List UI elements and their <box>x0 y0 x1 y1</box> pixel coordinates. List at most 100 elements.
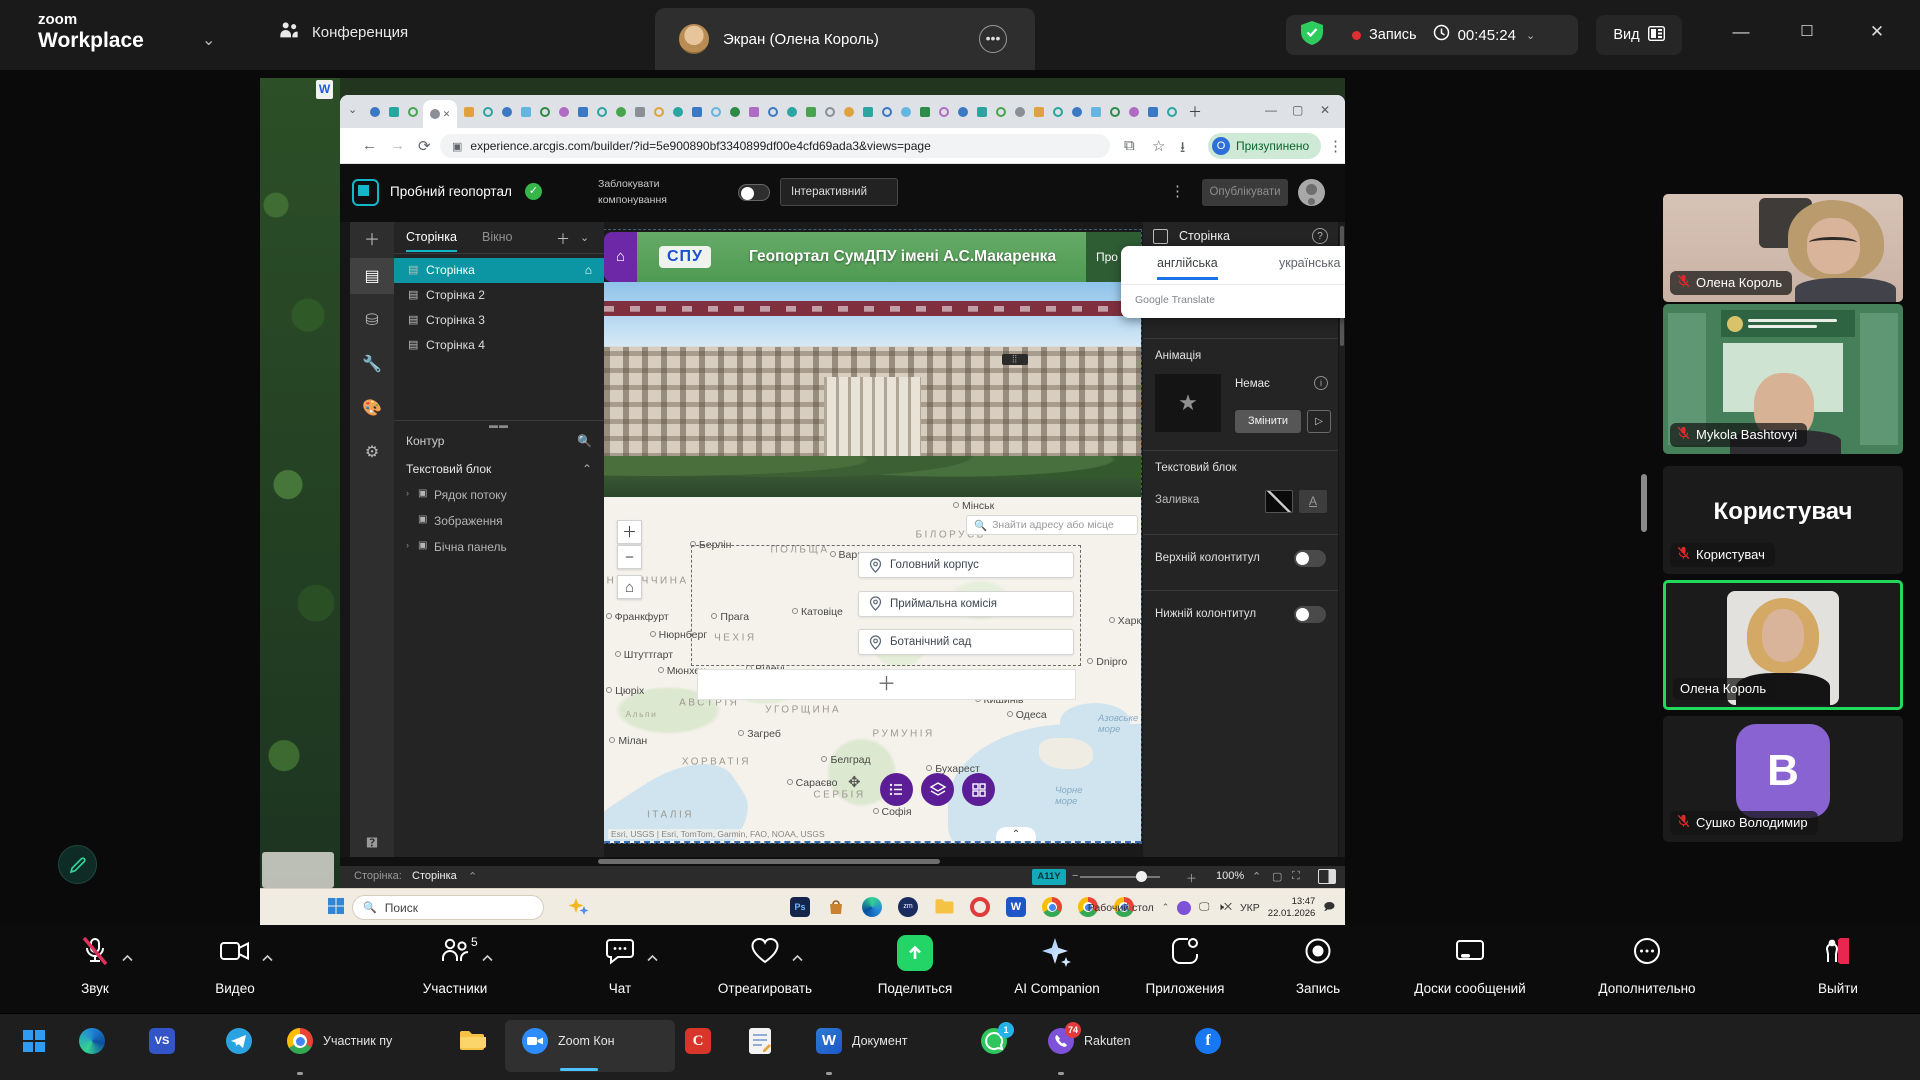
tray-chevron-icon[interactable]: ⌃ <box>1162 902 1170 913</box>
browser-tab[interactable] <box>536 102 554 122</box>
participant-tile[interactable]: КористувачКористувач <box>1663 466 1903 574</box>
toolbar-heart-button[interactable]: Отреагировать <box>700 931 830 1011</box>
browser-tab-active[interactable]: ✕ <box>423 100 457 128</box>
participant-tile[interactable]: BСушко Володимир <box>1663 716 1903 842</box>
browser-tab[interactable] <box>404 102 422 122</box>
taskbar-app-folder[interactable] <box>458 1028 486 1052</box>
browser-menu-icon[interactable]: ⋮ <box>1328 137 1343 155</box>
chevron-up-icon[interactable] <box>261 949 274 967</box>
toolbar-more-button[interactable]: Дополнительно <box>1582 931 1712 1011</box>
taskbar-app-edge[interactable] <box>79 1028 105 1054</box>
browser-tab[interactable] <box>688 102 706 122</box>
browser-tab[interactable] <box>840 102 858 122</box>
tools-panel-icon[interactable]: 🔧 <box>350 354 394 374</box>
window-minimize-icon[interactable]: — <box>1265 103 1277 117</box>
security-shield-icon[interactable] <box>1286 20 1324 51</box>
help-icon[interactable]: ? <box>1312 228 1328 244</box>
insert-widget-icon[interactable]: ＋ <box>350 226 394 250</box>
toolbar-video-button[interactable]: Видео <box>170 931 300 1011</box>
browser-tab[interactable] <box>935 102 953 122</box>
browser-tab[interactable] <box>764 102 782 122</box>
page-chevron-icon[interactable]: ⌃ <box>468 870 477 883</box>
chevron-up-icon[interactable] <box>121 949 134 967</box>
tab-window[interactable]: Вікно <box>482 230 512 244</box>
taskbar-clock[interactable]: 13:4722.01.2026 <box>1268 896 1316 920</box>
browser-tab[interactable] <box>460 102 478 122</box>
browser-tab[interactable] <box>1068 102 1086 122</box>
translate-icon[interactable]: ⧉ <box>1124 137 1135 154</box>
toolbar-ai-button[interactable]: AI Companion <box>992 931 1122 1011</box>
browser-tab[interactable] <box>366 102 384 122</box>
browser-tab[interactable] <box>593 102 611 122</box>
shared-taskbar-app-swirl[interactable] <box>862 897 882 917</box>
toolbar-leave-button[interactable]: Выйти <box>1773 931 1903 1011</box>
browser-tab[interactable] <box>954 102 972 122</box>
page-tree-item[interactable]: ▤Сторінка⌂ <box>394 258 604 283</box>
tab-meeting[interactable]: Конференция <box>278 20 408 44</box>
browser-tab[interactable] <box>1011 102 1029 122</box>
reload-icon[interactable]: ⟳ <box>418 137 431 155</box>
location-card[interactable]: Головний корпус <box>858 552 1074 578</box>
browser-tab[interactable] <box>897 102 915 122</box>
viber-tray-icon[interactable] <box>1177 901 1191 915</box>
map-search-input[interactable]: 🔍 Знайти адресу або місце <box>966 515 1138 535</box>
toolbar-mic-muted-button[interactable]: Звук <box>30 931 160 1011</box>
mode-select[interactable]: Інтерактивний <box>780 178 898 206</box>
animation-preview[interactable]: ★ <box>1155 374 1221 432</box>
toggle-panel-icon[interactable] <box>1318 869 1336 884</box>
move-widget-icon[interactable]: ✥ <box>848 773 861 791</box>
browser-tab[interactable] <box>707 102 725 122</box>
url-field[interactable]: ▣ experience.arcgis.com/builder/?id=5e90… <box>440 134 1110 158</box>
profile-paused-pill[interactable]: O Призупинено <box>1208 133 1321 159</box>
maximize-button[interactable]: ☐ <box>1792 22 1822 40</box>
browser-tab[interactable] <box>783 102 801 122</box>
page-panel-icon[interactable]: ▤ <box>350 258 394 294</box>
taskbar-app-zoom[interactable]: Zoom Кон <box>522 1028 615 1054</box>
panel-scrollbar[interactable] <box>1339 222 1345 866</box>
page-list-chevron-icon[interactable]: ⌄ <box>580 231 589 244</box>
desktop-peek-label[interactable]: Рабочий стол <box>1088 902 1154 914</box>
sidebar-scrollbar[interactable] <box>1641 474 1647 532</box>
browser-tab[interactable] <box>631 102 649 122</box>
browser-tab[interactable] <box>1144 102 1162 122</box>
browser-tab[interactable] <box>385 102 403 122</box>
shared-taskbar-app-ps[interactable]: Ps <box>790 897 810 917</box>
shared-taskbar-app-zm[interactable]: zm <box>898 897 918 917</box>
browser-tab[interactable] <box>802 102 820 122</box>
display-icon[interactable]: 🖵 <box>1199 901 1209 914</box>
close-button[interactable]: ✕ <box>1862 22 1892 42</box>
tab-page[interactable]: Сторінка <box>406 230 457 252</box>
browser-tab[interactable] <box>1030 102 1048 122</box>
change-animation-button[interactable]: Змінити <box>1235 410 1301 433</box>
participant-tile[interactable]: Mykola Bashtovyi <box>1663 304 1903 454</box>
shared-taskbar-app-folder[interactable] <box>934 897 955 920</box>
taskbar-app-start[interactable] <box>21 1028 47 1054</box>
taskbar-app-word[interactable]: WДокумент <box>816 1028 907 1054</box>
minimize-button[interactable]: — <box>1726 22 1756 42</box>
browser-tab[interactable] <box>669 102 687 122</box>
toolbar-record-button[interactable]: Запись <box>1253 931 1383 1011</box>
panel-splitter[interactable]: ▬▬ <box>394 420 604 430</box>
toolbar-share-button[interactable]: Поделиться <box>850 931 980 1011</box>
add-page-icon[interactable]: ＋ <box>556 229 570 249</box>
canvas-horizontal-scrollbar[interactable] <box>340 857 1345 866</box>
default-extent-button[interactable]: ⌂ <box>617 575 642 599</box>
fullscreen-icon[interactable]: ⛶ <box>1292 870 1300 883</box>
taskbar-app-telegram[interactable] <box>226 1028 252 1054</box>
browser-tab[interactable] <box>859 102 877 122</box>
header-toggle[interactable] <box>1294 550 1326 567</box>
tab-options-icon[interactable]: ••• <box>979 25 1007 53</box>
zoom-level[interactable]: 100% <box>1216 870 1244 882</box>
play-animation-button[interactable]: ▷ <box>1307 410 1331 433</box>
toolbar-whiteboard-button[interactable]: Доски сообщений <box>1405 931 1535 1011</box>
browser-tab[interactable] <box>1087 102 1105 122</box>
page-tree-item[interactable]: ▤Сторінка 4 <box>394 333 604 358</box>
language-indicator[interactable]: УКР <box>1240 902 1260 914</box>
legend-button[interactable] <box>880 773 913 806</box>
tab-menu-chevron-icon[interactable]: ⌄ <box>348 103 357 116</box>
zoom-slider[interactable] <box>1080 876 1160 878</box>
location-card[interactable]: Ботанічний сад <box>858 629 1074 655</box>
add-item-card[interactable]: ＋ <box>697 669 1076 700</box>
taskbar-app-vscode[interactable]: VS <box>149 1028 175 1054</box>
browser-tab[interactable] <box>821 102 839 122</box>
